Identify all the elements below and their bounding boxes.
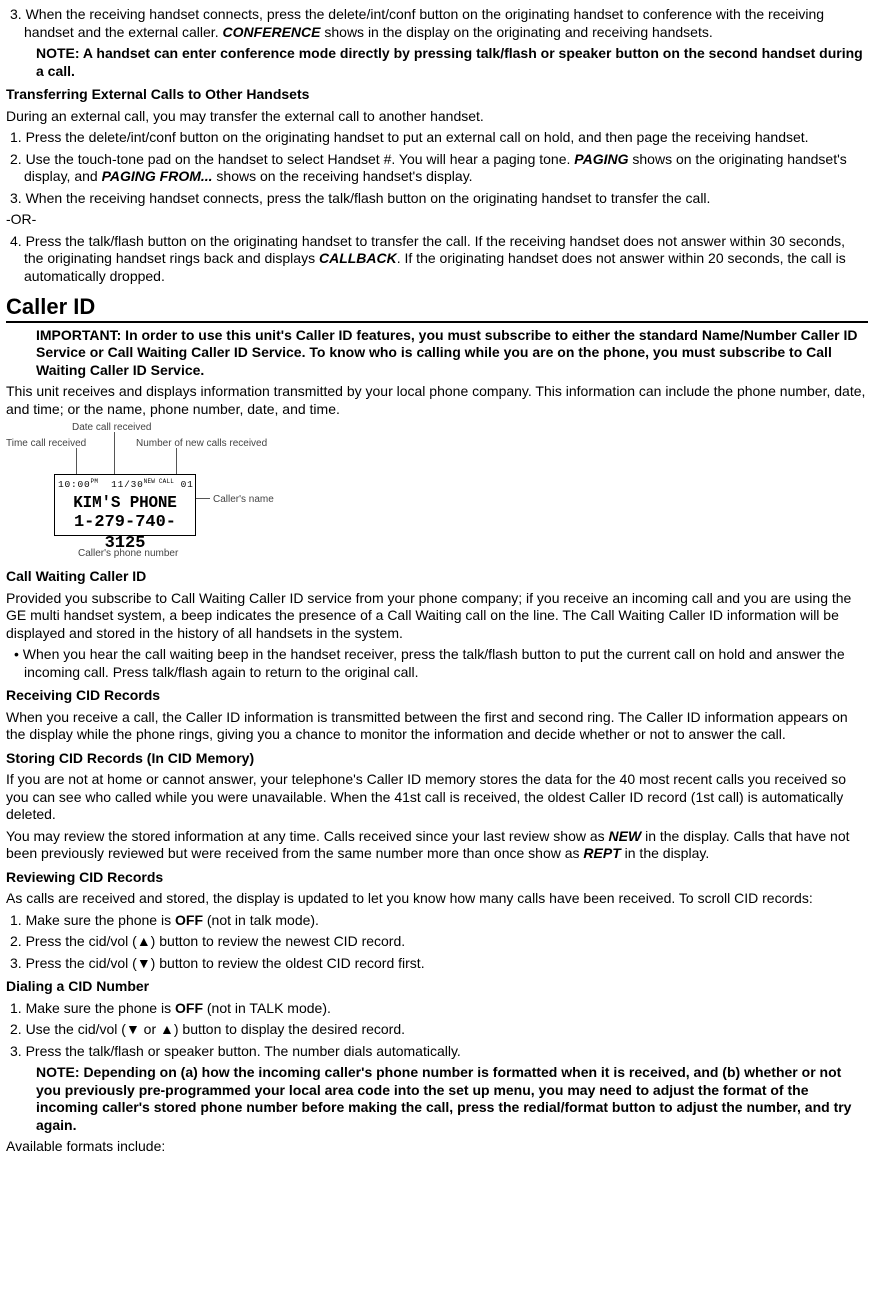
transfer-step-1: 1. Press the delete/int/conf button on t… <box>6 129 868 147</box>
receiving-cid-para: When you receive a call, the Caller ID i… <box>6 709 868 744</box>
available-formats: Available formats include: <box>6 1138 868 1156</box>
conference-step-3: 3. When the receiving handset connects, … <box>6 6 868 41</box>
fig-label-newcalls: Number of new calls received <box>136 438 267 451</box>
transfer-intro: During an external call, you may transfe… <box>6 108 868 126</box>
reviewing-cid-heading: Reviewing CID Records <box>6 869 868 887</box>
caller-id-display-figure: Date call received Time call received Nu… <box>6 422 336 562</box>
reviewing-cid-para: As calls are received and stored, the di… <box>6 890 868 908</box>
dial-note: NOTE: Depending on (a) how the incoming … <box>6 1064 868 1134</box>
call-waiting-bullet: • When you hear the call waiting beep in… <box>6 646 868 681</box>
review-step-1: 1. Make sure the phone is OFF (not in ta… <box>6 912 868 930</box>
dial-step-1: 1. Make sure the phone is OFF (not in TA… <box>6 1000 868 1018</box>
conference-note: NOTE: A handset can enter conference mod… <box>6 45 868 80</box>
storing-cid-heading: Storing CID Records (In CID Memory) <box>6 750 868 768</box>
fig-label-date: Date call received <box>72 422 151 435</box>
review-step-2: 2. Press the cid/vol (▲) button to revie… <box>6 933 868 951</box>
caller-id-title: Caller ID <box>6 293 868 323</box>
transfer-step-2: 2. Use the touch-tone pad on the handset… <box>6 151 868 186</box>
dial-step-2: 2. Use the cid/vol (▼ or ▲) button to di… <box>6 1021 868 1039</box>
transfer-step-3: 3. When the receiving handset connects, … <box>6 190 868 208</box>
call-waiting-para: Provided you subscribe to Call Waiting C… <box>6 590 868 643</box>
lcd-screen: 10:00PM 11/30NEW CALL 01 KIM'S PHONE 1-2… <box>54 474 196 536</box>
transfer-or: -OR- <box>6 211 868 229</box>
dial-step-3: 3. Press the talk/flash or speaker butto… <box>6 1043 868 1061</box>
fig-label-time: Time call received <box>6 438 86 451</box>
call-waiting-heading: Call Waiting Caller ID <box>6 568 868 586</box>
transfer-step-4: 4. Press the talk/flash button on the or… <box>6 233 868 286</box>
storing-cid-para-2: You may review the stored information at… <box>6 828 868 863</box>
transfer-heading: Transferring External Calls to Other Han… <box>6 86 868 104</box>
lcd-row-3: 1-279-740-3125 <box>55 512 195 555</box>
fig-label-caller-name: Caller's name <box>213 494 274 507</box>
receiving-cid-heading: Receiving CID Records <box>6 687 868 705</box>
storing-cid-para-1: If you are not at home or cannot answer,… <box>6 771 868 824</box>
caller-id-intro: This unit receives and displays informat… <box>6 383 868 418</box>
dialing-cid-heading: Dialing a CID Number <box>6 978 868 996</box>
review-step-3: 3. Press the cid/vol (▼) button to revie… <box>6 955 868 973</box>
lcd-row-1: 10:00PM 11/30NEW CALL 01 <box>58 478 194 491</box>
caller-id-important: IMPORTANT: In order to use this unit's C… <box>6 327 868 380</box>
